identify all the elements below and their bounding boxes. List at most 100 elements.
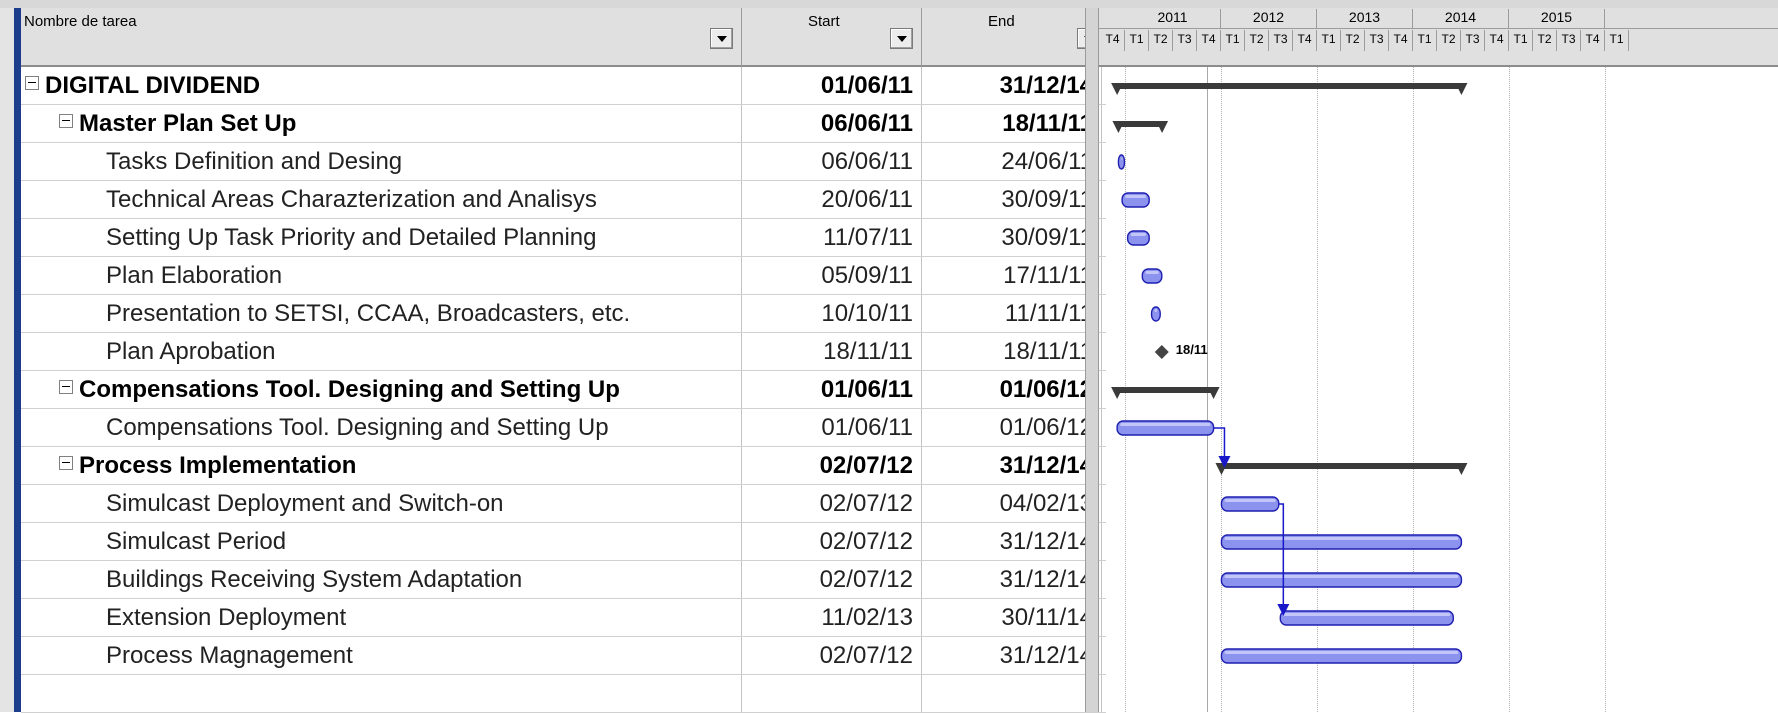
start-filter-dropdown-icon[interactable] bbox=[890, 28, 913, 49]
task-start-date[interactable]: 06/06/11 bbox=[742, 105, 922, 142]
dependency-link[interactable] bbox=[1213, 427, 1231, 468]
collapse-toggle-icon[interactable] bbox=[25, 76, 39, 90]
task-name-cell[interactable]: Extension Deployment bbox=[21, 599, 742, 636]
task-name-cell[interactable]: Simulcast Deployment and Switch-on bbox=[21, 485, 742, 522]
column-header-start[interactable]: Start bbox=[742, 8, 922, 67]
task-bar[interactable] bbox=[1117, 154, 1126, 170]
task-bar[interactable] bbox=[1126, 230, 1150, 246]
task-row[interactable]: Extension Deployment 11/02/13 30/11/14 bbox=[21, 599, 1106, 637]
column-header-end[interactable]: End bbox=[922, 8, 1106, 67]
task-end-date[interactable]: 01/06/12 bbox=[922, 371, 1102, 408]
task-end-date[interactable]: 31/12/14 bbox=[922, 637, 1102, 674]
task-end-date[interactable]: 01/06/12 bbox=[922, 409, 1102, 446]
task-start-date[interactable]: 11/02/13 bbox=[742, 599, 922, 636]
task-row[interactable]: Plan Elaboration 05/09/11 17/11/11 bbox=[21, 257, 1106, 295]
task-start-date[interactable]: 01/06/11 bbox=[742, 67, 922, 104]
task-start-date[interactable]: 11/07/11 bbox=[742, 219, 922, 256]
task-end-date[interactable]: 24/06/11 bbox=[922, 143, 1102, 180]
summary-task-row[interactable]: Compensations Tool. Designing and Settin… bbox=[21, 371, 1106, 409]
task-end-date[interactable]: 31/12/14 bbox=[922, 447, 1102, 484]
task-start-date[interactable]: 01/06/11 bbox=[742, 371, 922, 408]
task-end-date[interactable]: 30/09/11 bbox=[922, 219, 1102, 256]
summary-task-row[interactable]: Master Plan Set Up 06/06/11 18/11/11 bbox=[21, 105, 1106, 143]
column-header-task-name[interactable]: Nombre de tarea bbox=[21, 8, 742, 67]
task-start-date[interactable]: 18/11/11 bbox=[742, 333, 922, 370]
view-splitter[interactable] bbox=[1085, 8, 1099, 712]
task-name-cell[interactable]: Compensations Tool. Designing and Settin… bbox=[21, 371, 742, 408]
summary-bar[interactable] bbox=[1111, 387, 1220, 399]
task-row[interactable]: Buildings Receiving System Adaptation 02/… bbox=[21, 561, 1106, 599]
task-start-date[interactable] bbox=[742, 675, 922, 712]
task-bar[interactable] bbox=[1279, 610, 1454, 626]
timescale-year: 2011 bbox=[1125, 9, 1221, 28]
task-name-cell[interactable]: Process Magnagement bbox=[21, 637, 742, 674]
task-name-cell[interactable]: Master Plan Set Up bbox=[21, 105, 742, 142]
summary-bar[interactable] bbox=[1111, 83, 1468, 95]
task-bar[interactable] bbox=[1150, 306, 1161, 322]
row-selector-bar[interactable] bbox=[0, 8, 15, 712]
task-name-cell[interactable]: Process Implementation bbox=[21, 447, 742, 484]
task-end-date[interactable]: 04/02/13 bbox=[922, 485, 1102, 522]
task-name-cell[interactable]: Tasks Definition and Desing bbox=[21, 143, 742, 180]
dependency-link[interactable] bbox=[1277, 503, 1290, 616]
summary-task-row[interactable]: Process Implementation 02/07/12 31/12/14 bbox=[21, 447, 1106, 485]
task-bar[interactable] bbox=[1220, 572, 1463, 588]
task-end-date[interactable] bbox=[922, 675, 1102, 712]
milestone-marker[interactable]: 18/11 bbox=[1154, 342, 1208, 359]
task-start-date[interactable]: 05/09/11 bbox=[742, 257, 922, 294]
task-start-date[interactable]: 10/10/11 bbox=[742, 295, 922, 332]
task-start-date[interactable]: 02/07/12 bbox=[742, 637, 922, 674]
task-row[interactable]: Tasks Definition and Desing 06/06/11 24/06… bbox=[21, 143, 1106, 181]
collapse-toggle-icon[interactable] bbox=[59, 114, 73, 128]
timescale-header: 2011 2012 2013 2014 2015 T4 T1 T2 T3 T4 T1 T2 T3 T4 T… bbox=[1099, 8, 1778, 67]
task-name-cell[interactable]: Compensations Tool. Designing and Settin… bbox=[21, 409, 742, 446]
task-start-date[interactable]: 06/06/11 bbox=[742, 143, 922, 180]
task-bar[interactable] bbox=[1116, 420, 1215, 436]
task-end-date[interactable]: 30/09/11 bbox=[922, 181, 1102, 218]
task-start-date[interactable]: 01/06/11 bbox=[742, 409, 922, 446]
task-row[interactable]: Simulcast Period 02/07/12 31/12/14 bbox=[21, 523, 1106, 561]
task-end-date[interactable]: 31/12/14 bbox=[922, 561, 1102, 598]
task-bar[interactable] bbox=[1141, 268, 1163, 284]
collapse-toggle-icon[interactable] bbox=[59, 380, 73, 394]
task-row[interactable]: Presentation to SETSI, CCAA, Broadcaster… bbox=[21, 295, 1106, 333]
task-name-cell[interactable]: Simulcast Period bbox=[21, 523, 742, 560]
task-row[interactable]: Simulcast Deployment and Switch-on 02/07/… bbox=[21, 485, 1106, 523]
task-row[interactable]: Process Magnagement 02/07/12 31/12/14 bbox=[21, 637, 1106, 675]
task-start-date[interactable]: 20/06/11 bbox=[742, 181, 922, 218]
task-row[interactable]: Setting Up Task Priority and Detailed Pl… bbox=[21, 219, 1106, 257]
summary-bar[interactable] bbox=[1215, 463, 1468, 475]
task-name-filter-dropdown-icon[interactable] bbox=[710, 28, 733, 49]
task-row[interactable]: Compensations Tool. Designing and Settin… bbox=[21, 409, 1106, 447]
task-end-date[interactable]: 18/11/11 bbox=[922, 105, 1102, 142]
task-start-date[interactable]: 02/07/12 bbox=[742, 561, 922, 598]
summary-bar[interactable] bbox=[1112, 121, 1169, 133]
task-end-date[interactable]: 11/11/11 bbox=[922, 295, 1102, 332]
task-bar[interactable] bbox=[1121, 192, 1150, 208]
task-start-date[interactable]: 02/07/12 bbox=[742, 523, 922, 560]
task-name-cell[interactable]: Technical Areas Charazterization and Ana… bbox=[21, 181, 742, 218]
task-end-date[interactable]: 31/12/14 bbox=[922, 67, 1102, 104]
task-name-cell[interactable] bbox=[21, 675, 742, 712]
task-bar[interactable] bbox=[1220, 496, 1280, 512]
task-end-date[interactable]: 18/11/11 bbox=[922, 333, 1102, 370]
task-end-date[interactable]: 31/12/14 bbox=[922, 523, 1102, 560]
empty-task-row[interactable] bbox=[21, 675, 1106, 713]
task-row[interactable]: Plan Aprobation 18/11/11 18/11/11 bbox=[21, 333, 1106, 371]
task-name-cell[interactable]: Buildings Receiving System Adaptation bbox=[21, 561, 742, 598]
task-name: Buildings Receiving System Adaptation bbox=[106, 566, 523, 593]
task-bar[interactable] bbox=[1220, 534, 1463, 550]
task-name-cell[interactable]: Plan Elaboration bbox=[21, 257, 742, 294]
task-start-date[interactable]: 02/07/12 bbox=[742, 485, 922, 522]
task-name-cell[interactable]: DIGITAL DIVIDEND bbox=[21, 67, 742, 104]
task-end-date[interactable]: 17/11/11 bbox=[922, 257, 1102, 294]
collapse-toggle-icon[interactable] bbox=[59, 456, 73, 470]
task-name-cell[interactable]: Plan Aprobation bbox=[21, 333, 742, 370]
summary-task-row[interactable]: DIGITAL DIVIDEND 01/06/11 31/12/14 bbox=[21, 67, 1106, 105]
task-bar[interactable] bbox=[1220, 648, 1463, 664]
task-row[interactable]: Technical Areas Charazterization and Ana… bbox=[21, 181, 1106, 219]
task-name-cell[interactable]: Presentation to SETSI, CCAA, Broadcaster… bbox=[21, 295, 742, 332]
task-name-cell[interactable]: Setting Up Task Priority and Detailed Pl… bbox=[21, 219, 742, 256]
task-start-date[interactable]: 02/07/12 bbox=[742, 447, 922, 484]
task-end-date[interactable]: 30/11/14 bbox=[922, 599, 1102, 636]
